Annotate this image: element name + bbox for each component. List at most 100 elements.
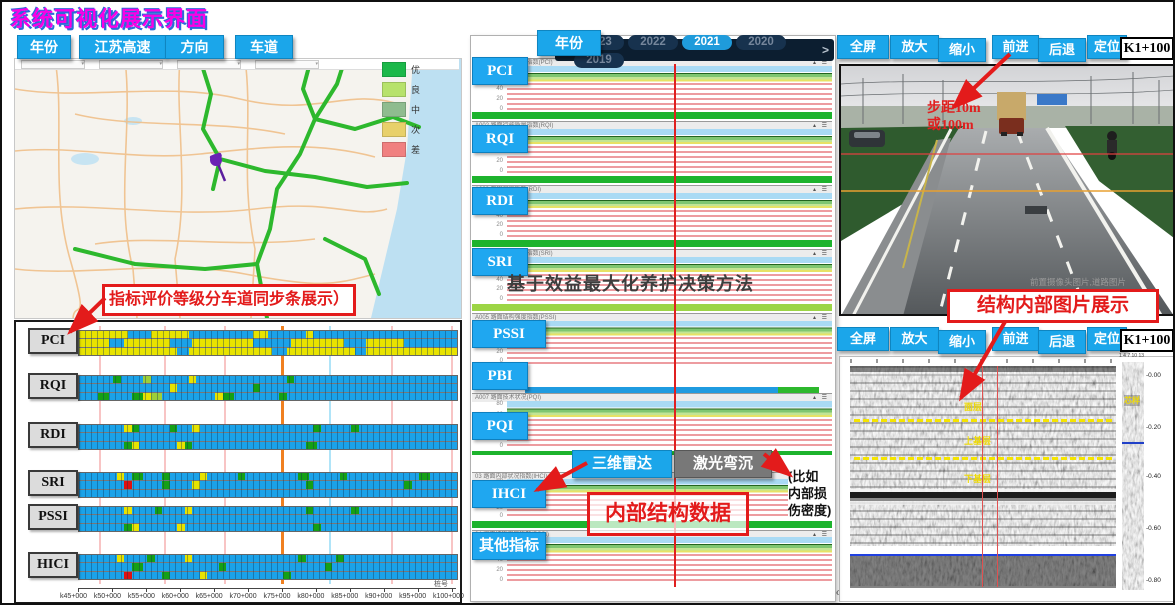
decision-method-text: 基于效益最大化养护决策方法 [507, 270, 754, 296]
indicator-strip-hici [78, 554, 458, 580]
y-tick: 20 [479, 96, 503, 102]
chart-label-pqi[interactable]: PQI [472, 412, 528, 440]
strip-segment [344, 555, 457, 562]
lane-strip [79, 433, 457, 441]
axis-tick-label: k65+000 [196, 593, 223, 600]
route-filter-button[interactable]: 江苏高速 [79, 35, 166, 59]
depth-label: -0.00 [1146, 372, 1161, 379]
strip-segment [121, 376, 144, 383]
gpr-cursor-line-1 [982, 366, 983, 587]
camera-zoom-out-button[interactable]: 缩小 [938, 38, 986, 62]
strip-segment [260, 384, 457, 391]
strip-segment [226, 563, 324, 570]
camera-fullscreen-button[interactable]: 全屏 [837, 35, 889, 59]
year-tab-2021[interactable]: 2021 [682, 35, 732, 50]
strip-segment [215, 393, 223, 400]
strip-segment [185, 442, 193, 449]
gpr-zoom-in-button[interactable]: 放大 [890, 327, 939, 351]
camera-zoom-in-button[interactable]: 放大 [890, 35, 939, 59]
grid-line [99, 326, 101, 584]
strip-segment [132, 507, 155, 514]
strip-segment [340, 473, 348, 480]
strip-segment [355, 348, 366, 355]
strip-segment [79, 393, 98, 400]
gpr-zoom-out-button[interactable]: 缩小 [938, 330, 986, 354]
strip-segment [79, 339, 109, 346]
strip-segment [113, 376, 121, 383]
strip-segment [291, 339, 344, 346]
strip-segment [366, 339, 404, 346]
laser-deflection-button[interactable]: 激光弯沉 [674, 450, 772, 478]
y-tick: 0 [479, 443, 503, 449]
strip-segment [79, 442, 124, 449]
map-select-stub[interactable]: ▾ [21, 60, 85, 69]
lane-strip [79, 393, 457, 400]
axis-tick-label: k85+000 [331, 593, 358, 600]
direction-filter-button[interactable]: 方向 [165, 35, 224, 59]
strip-segment [268, 331, 306, 338]
strip-segment [200, 473, 208, 480]
map-select-stub[interactable]: ▾ [177, 60, 241, 69]
gpr-back-button[interactable]: 后退 [1038, 330, 1086, 354]
legend-row: 差 [382, 142, 420, 157]
strip-segment [306, 442, 317, 449]
radar-3d-button[interactable]: 三维雷达 [572, 450, 672, 478]
y-tick: 0 [479, 168, 503, 174]
gpr-forward-button[interactable]: 前进 [992, 327, 1039, 351]
chart-label-pbi[interactable]: PBI [472, 362, 528, 390]
strip-segment [139, 425, 169, 432]
year-filter-button-middle[interactable]: 年份 [537, 30, 601, 56]
step-distance-note: 步距10m 或100m [927, 100, 981, 134]
chart-body-rqi [507, 129, 832, 174]
chart-label-rqi[interactable]: RQI [472, 125, 528, 153]
gpr-fullscreen-button[interactable]: 全屏 [837, 327, 889, 351]
strip-segment [192, 555, 298, 562]
chart-label-rdi[interactable]: RDI [472, 187, 528, 215]
chart-label-pssi[interactable]: PSSI [472, 320, 546, 348]
layer-label-1: 面层 [964, 400, 982, 413]
strip-segment [287, 348, 355, 355]
next-year-arrow[interactable]: > [822, 43, 829, 57]
strip-segment [170, 339, 193, 346]
camera-station-input[interactable]: K1+100 [1120, 37, 1174, 60]
strip-segment [151, 376, 189, 383]
gpr-station-input[interactable]: K1+100 [1120, 329, 1174, 352]
strip-segment [313, 507, 351, 514]
lane-strip [79, 473, 457, 481]
strip-segment [117, 473, 125, 480]
year-tab-2022[interactable]: 2022 [628, 35, 678, 50]
chart-label-其他指标[interactable]: 其他指标 [472, 532, 546, 560]
strip-segment [279, 393, 287, 400]
chart-separator [472, 304, 832, 311]
strip-segment [79, 331, 128, 338]
strip-segment [366, 348, 457, 355]
camera-forward-button[interactable]: 前进 [992, 35, 1039, 59]
internal-structure-box: 内部结构数据 [587, 492, 749, 536]
camera-back-button[interactable]: 后退 [1038, 38, 1086, 62]
strip-segment [412, 481, 457, 488]
chart-label-pci[interactable]: PCI [472, 57, 528, 85]
map-select-stub[interactable]: ▾ [99, 60, 163, 69]
y-tick: 0 [479, 296, 503, 302]
legend-color-swatch [382, 102, 406, 117]
map-select-stub[interactable]: ▾ [255, 60, 319, 69]
strip-segment [79, 348, 177, 355]
indicator-label-rdi: RDI [28, 422, 78, 448]
strip-segment [306, 555, 336, 562]
strip-segment [234, 393, 279, 400]
lane-filter-button[interactable]: 车道 [235, 35, 293, 59]
chart-separator [472, 112, 832, 119]
note-box: (比如 内部损 伤密度) [788, 468, 834, 519]
layer-boundary-line-2 [854, 457, 1112, 460]
year-filter-button[interactable]: 年份 [17, 35, 71, 59]
chart-label-ihci[interactable]: IHCI [472, 480, 546, 508]
axis-tick-label: k90+000 [365, 593, 392, 600]
lane-strip [79, 348, 457, 355]
y-tick: 20 [479, 286, 503, 292]
strip-segment [132, 524, 140, 531]
year-tab-2020[interactable]: 2020 [736, 35, 786, 50]
motorcyclist [1107, 131, 1117, 160]
strip-segment [419, 473, 430, 480]
strip-segment [79, 515, 457, 522]
axis-tick-label: k60+000 [162, 593, 189, 600]
